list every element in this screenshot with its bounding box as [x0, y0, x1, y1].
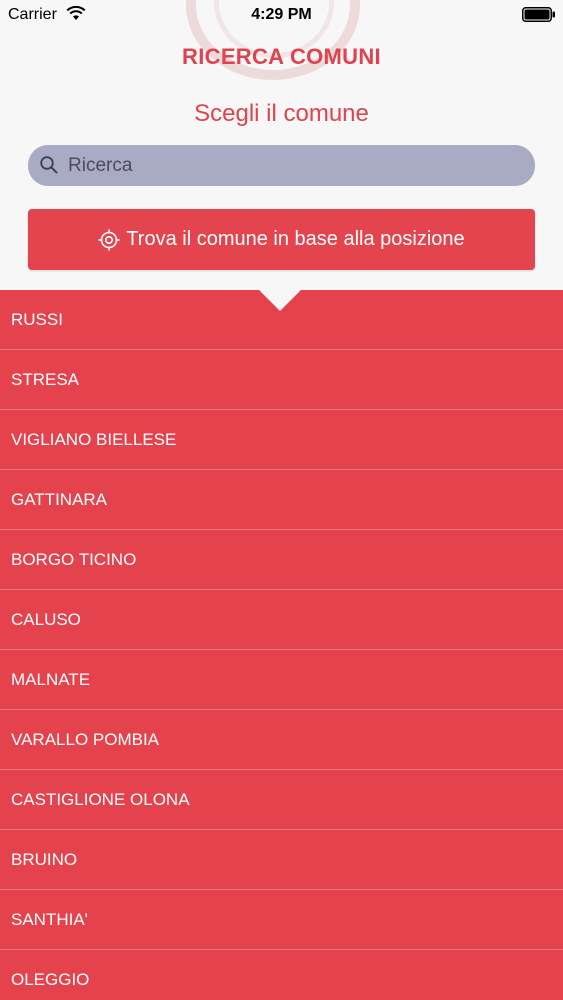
list-pointer-arrow	[258, 289, 302, 311]
locate-by-position-button[interactable]: Trova il comune in base alla posizione	[28, 209, 535, 270]
comuni-list: RUSSI STRESA VIGLIANO BIELLESE GATTINARA…	[0, 290, 563, 1000]
search-input[interactable]	[68, 145, 523, 186]
list-item[interactable]: VIGLIANO BIELLESE	[0, 410, 563, 470]
search-icon	[40, 156, 58, 174]
list-item[interactable]: VARALLO POMBIA	[0, 710, 563, 770]
status-bar: Carrier 4:29 PM	[0, 0, 563, 30]
list-item[interactable]: STRESA	[0, 350, 563, 410]
search-bar[interactable]	[28, 145, 535, 186]
list-item[interactable]: MALNATE	[0, 650, 563, 710]
list-item[interactable]: OLEGGIO	[0, 950, 563, 1000]
locate-button-label: Trova il comune in base alla posizione	[126, 228, 465, 250]
list-item[interactable]: GATTINARA	[0, 470, 563, 530]
list-item[interactable]: CALUSO	[0, 590, 563, 650]
target-icon	[98, 229, 120, 250]
status-time: 4:29 PM	[251, 6, 312, 23]
page-subtitle: Scegli il comune	[194, 100, 369, 127]
list-item[interactable]: CASTIGLIONE OLONA	[0, 770, 563, 830]
page-title: RICERCA COMUNI	[182, 44, 381, 69]
list-item[interactable]: SANTHIA'	[0, 890, 563, 950]
battery-icon	[522, 7, 555, 22]
list-item[interactable]: BORGO TICINO	[0, 530, 563, 590]
list-item[interactable]: BRUINO	[0, 830, 563, 890]
